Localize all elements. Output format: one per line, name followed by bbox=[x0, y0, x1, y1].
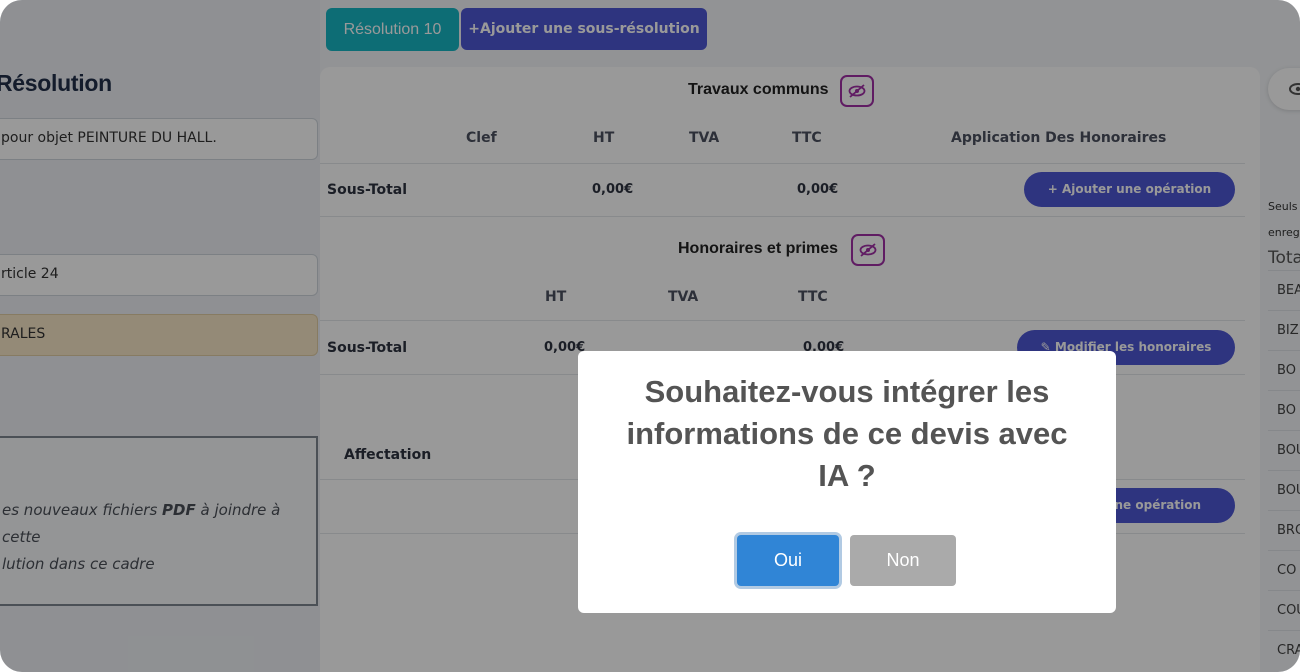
app-frame: Résolution pour objet PEINTURE DU HALL. … bbox=[0, 0, 1300, 672]
ai-import-dialog: Souhaitez-vous intégrer les informations… bbox=[578, 351, 1116, 613]
cancel-button[interactable]: Non bbox=[850, 535, 956, 586]
confirm-button[interactable]: Oui bbox=[737, 535, 839, 586]
dialog-title: Souhaitez-vous intégrer les informations… bbox=[626, 374, 1068, 493]
